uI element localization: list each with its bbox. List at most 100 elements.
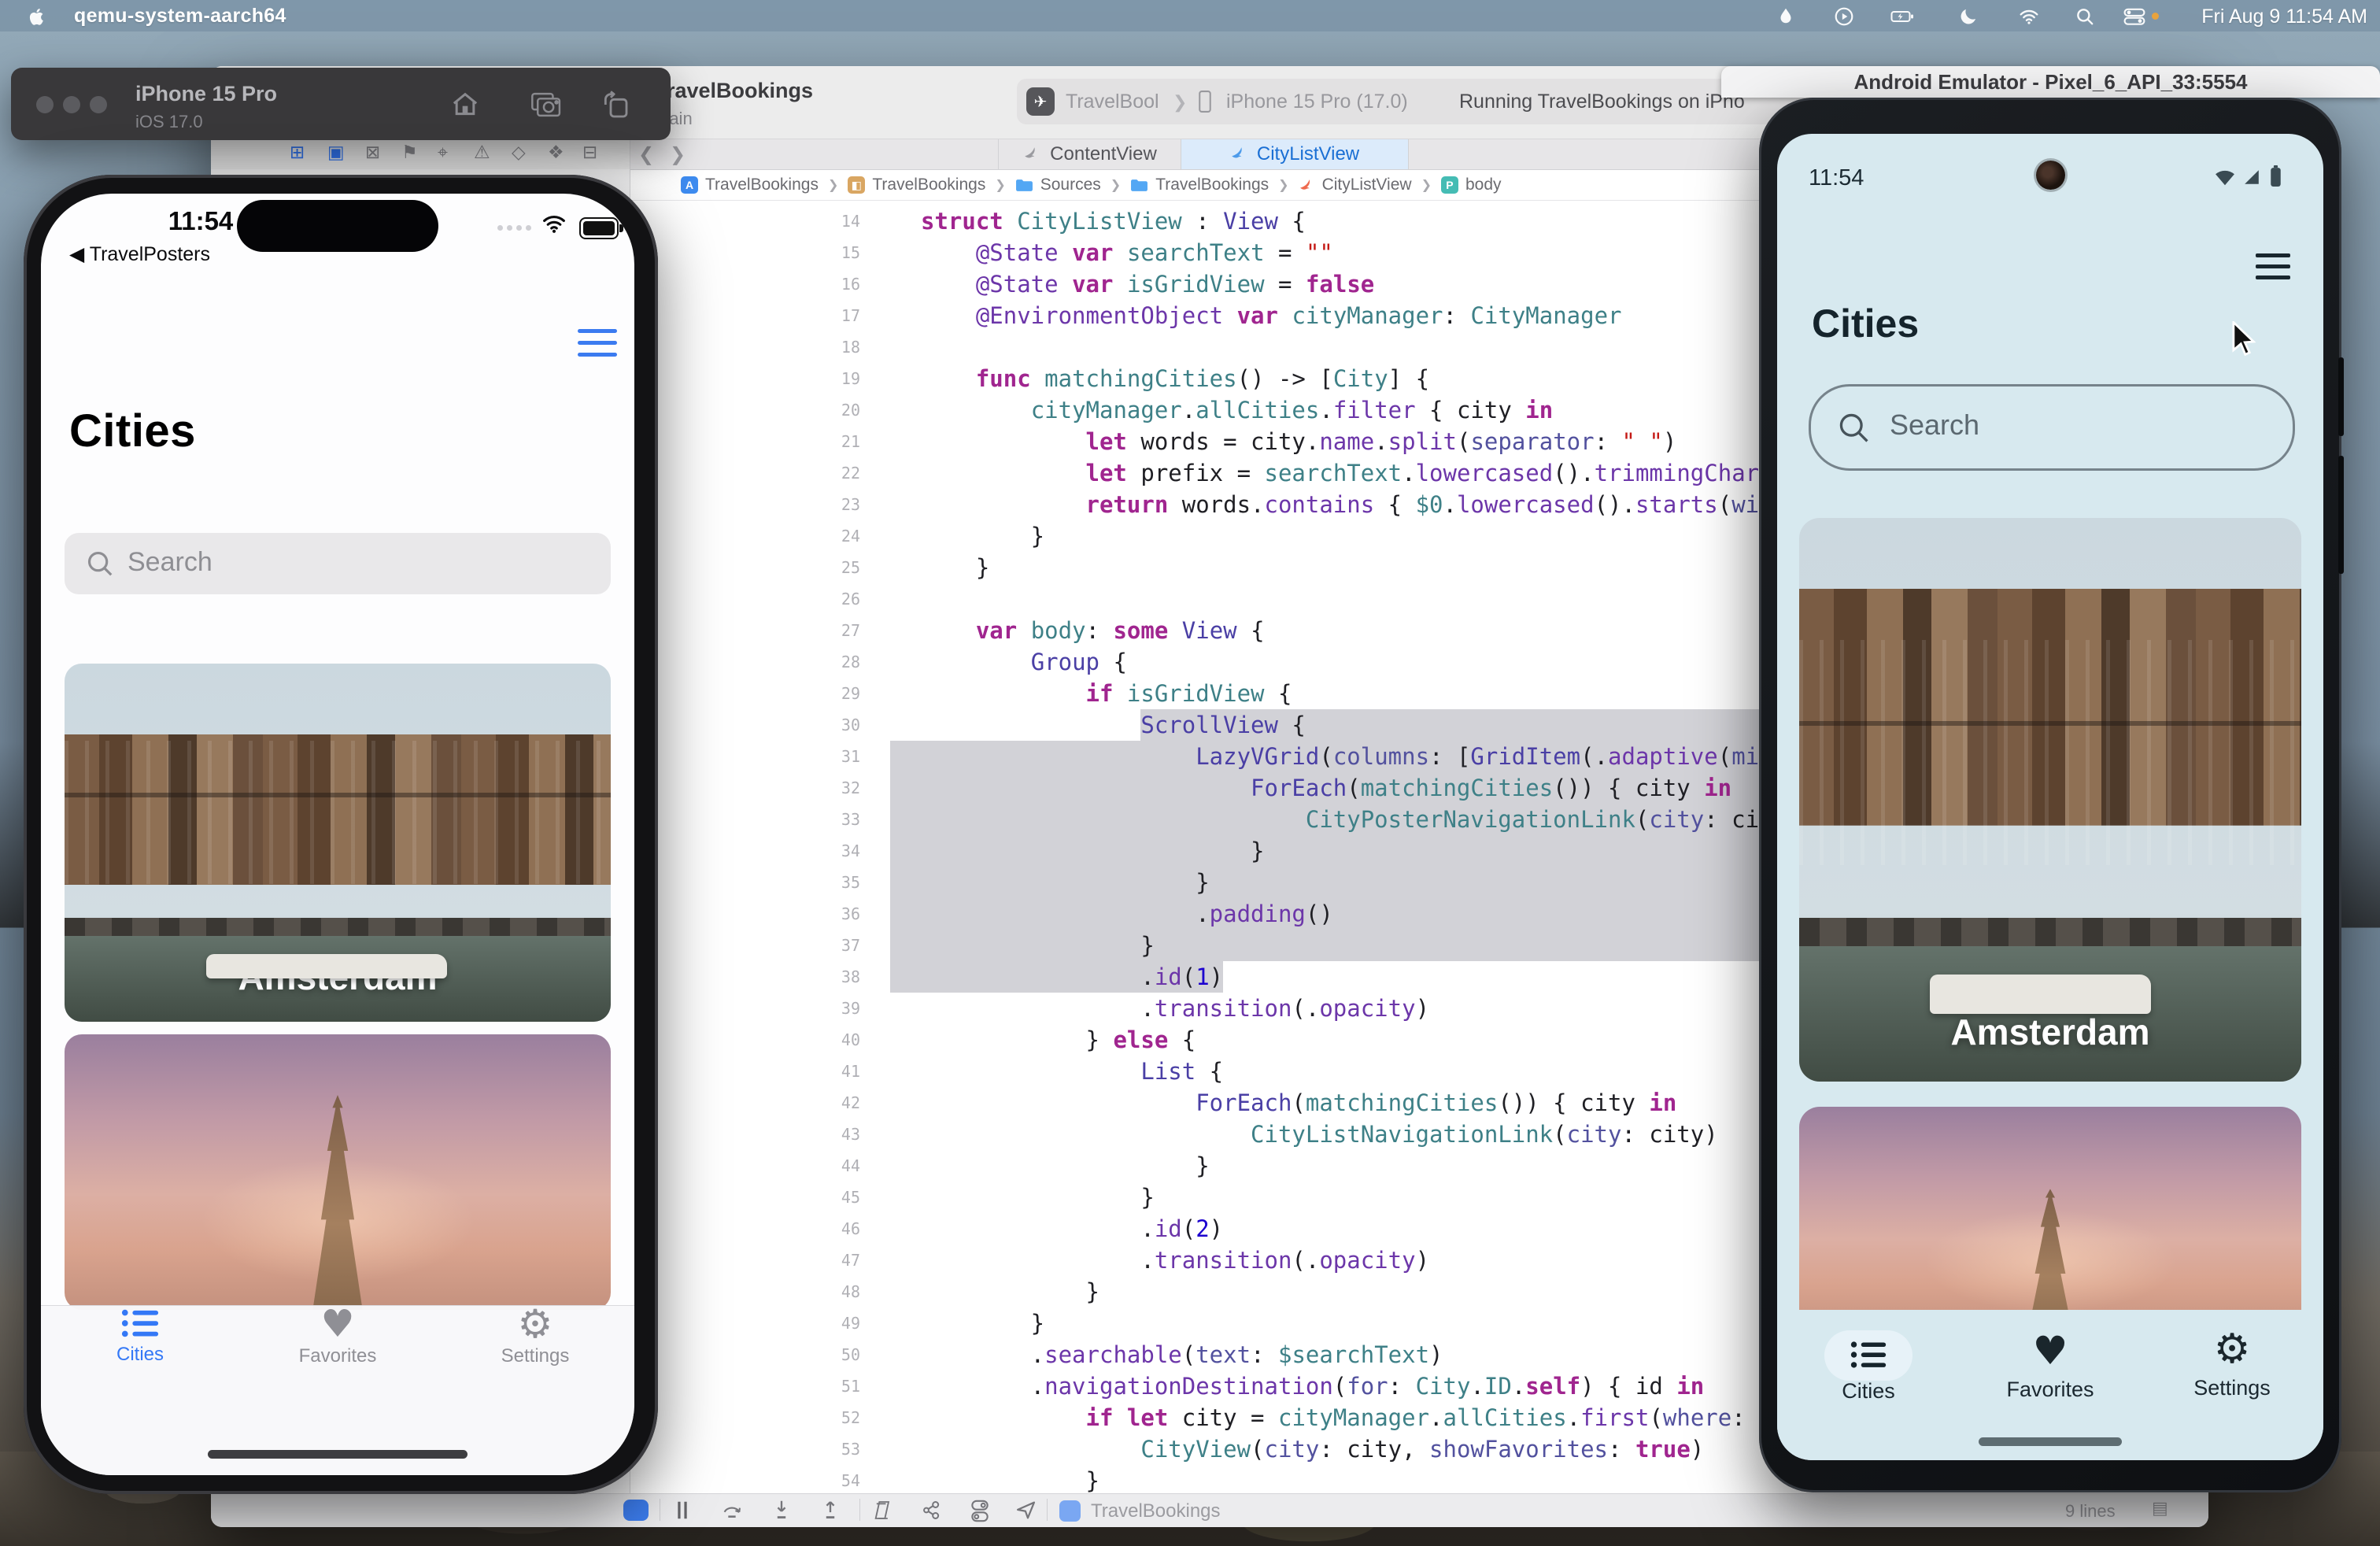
line-number[interactable]: 16: [630, 268, 873, 300]
wifi-icon[interactable]: [2018, 6, 2038, 27]
line-number[interactable]: 27: [630, 615, 873, 646]
line-number[interactable]: 33: [630, 804, 873, 835]
city-card-next[interactable]: [1799, 1107, 2301, 1335]
breadcrumb-item[interactable]: CityListView❯: [1299, 176, 1432, 194]
line-number[interactable]: 50: [630, 1339, 873, 1370]
source-control-icon[interactable]: ⊠: [365, 142, 380, 163]
back-button[interactable]: ❮: [638, 143, 654, 166]
search-input[interactable]: Search: [1809, 384, 2295, 471]
nav-bar[interactable]: Cities ♥ Favorites ⚙ Settings: [1777, 1310, 2323, 1460]
issue-navigator-icon[interactable]: ⚠: [474, 142, 490, 163]
memory-graph-button[interactable]: [921, 1500, 943, 1521]
active-app-name[interactable]: qemu-system-aarch64: [74, 5, 286, 28]
tab-contentview[interactable]: ContentView: [998, 139, 1182, 169]
menu-clock[interactable]: Fri Aug 9 11:54 AM: [2201, 6, 2367, 28]
line-number[interactable]: 34: [630, 835, 873, 867]
line-number[interactable]: 26: [630, 583, 873, 615]
line-number[interactable]: 45: [630, 1182, 873, 1213]
line-number[interactable]: 48: [630, 1276, 873, 1307]
line-number[interactable]: 44: [630, 1150, 873, 1182]
line-number[interactable]: 38: [630, 961, 873, 993]
city-card-next[interactable]: [65, 1034, 611, 1310]
breadcrumb-item[interactable]: Sources❯: [1015, 176, 1121, 194]
breadcrumb-item[interactable]: TravelBookings❯: [1130, 176, 1288, 194]
record-drop-icon[interactable]: [1776, 6, 1796, 27]
line-number[interactable]: 21: [630, 426, 873, 457]
breadcrumb-item[interactable]: ◧ TravelBookings❯: [848, 176, 1005, 194]
line-number[interactable]: 28: [630, 646, 873, 678]
line-number[interactable]: 20: [630, 394, 873, 426]
moon-dnd-icon[interactable]: [1958, 6, 1979, 27]
home-indicator[interactable]: [208, 1450, 468, 1459]
step-out-button[interactable]: [820, 1500, 841, 1521]
line-number[interactable]: 31: [630, 741, 873, 772]
line-number[interactable]: 36: [630, 898, 873, 930]
debug-navigator-icon[interactable]: ❖: [548, 142, 564, 163]
running-app-icon[interactable]: [1059, 1500, 1081, 1522]
tab-settings[interactable]: ⚙ Settings: [449, 1306, 622, 1367]
line-number[interactable]: 42: [630, 1087, 873, 1119]
scheme-name[interactable]: TravelBool: [1066, 91, 1159, 113]
line-number[interactable]: 53: [630, 1433, 873, 1465]
line-number[interactable]: 25: [630, 552, 873, 583]
line-number[interactable]: 22: [630, 457, 873, 489]
home-indicator[interactable]: [1979, 1437, 2122, 1446]
test-navigator-icon[interactable]: ◇: [512, 142, 526, 163]
line-number[interactable]: 41: [630, 1056, 873, 1087]
breadcrumb-item[interactable]: A TravelBookings❯: [681, 176, 838, 194]
screenshot-icon[interactable]: [530, 89, 562, 120]
tab-citylistview[interactable]: CityListView: [1181, 139, 1409, 169]
line-number-gutter[interactable]: 1415161718192021222324252627282930313233…: [630, 205, 873, 1494]
line-number[interactable]: 30: [630, 709, 873, 741]
project-navigator-icon[interactable]: ⊞: [290, 142, 305, 163]
tab-favorites[interactable]: ♥ Favorites: [1979, 1310, 2121, 1402]
line-number[interactable]: 52: [630, 1402, 873, 1433]
line-number[interactable]: 14: [630, 205, 873, 237]
line-number[interactable]: 51: [630, 1370, 873, 1402]
line-number[interactable]: 18: [630, 331, 873, 363]
simulate-location-button[interactable]: [1015, 1500, 1037, 1521]
navigator-tab-strip[interactable]: ⊞ ▣ ⊠ ⚑ ⌖ ⚠ ◇ ❖ ⊟: [211, 139, 630, 169]
line-number[interactable]: 15: [630, 237, 873, 268]
view-hierarchy-button[interactable]: [872, 1500, 894, 1521]
battery-charging-icon[interactable]: [1890, 6, 1911, 27]
line-number[interactable]: 24: [630, 520, 873, 552]
search-input[interactable]: Search: [65, 533, 611, 594]
spotlight-search-icon[interactable]: [2075, 6, 2095, 27]
line-number[interactable]: 47: [630, 1245, 873, 1276]
tab-favorites[interactable]: ♥ Favorites: [251, 1306, 424, 1367]
line-number[interactable]: 29: [630, 678, 873, 709]
tab-cities[interactable]: Cities: [54, 1306, 227, 1366]
line-number[interactable]: 39: [630, 993, 873, 1024]
line-number[interactable]: 43: [630, 1119, 873, 1150]
line-number[interactable]: 37: [630, 930, 873, 961]
line-number[interactable]: 54: [630, 1465, 873, 1494]
find-navigator-icon[interactable]: ⌖: [438, 142, 448, 163]
emulator-titlebar[interactable]: Android Emulator - Pixel_6_API_33:5554: [1721, 66, 2380, 98]
forward-button[interactable]: ❯: [670, 143, 686, 166]
line-number[interactable]: 19: [630, 363, 873, 394]
tab-settings[interactable]: ⚙ Settings: [2161, 1310, 2303, 1400]
bookmark-navigator-icon[interactable]: ⚑: [401, 142, 418, 163]
line-number[interactable]: 35: [630, 867, 873, 898]
step-over-button[interactable]: [721, 1500, 743, 1521]
close-button[interactable]: [36, 96, 54, 113]
breadcrumb-item[interactable]: P body: [1441, 176, 1502, 194]
line-number[interactable]: 40: [630, 1024, 873, 1056]
iphone-screen[interactable]: 11:54 ◀ TravelPosters Cities Search: [41, 194, 634, 1475]
menu-icon[interactable]: [578, 329, 617, 333]
tab-cities[interactable]: Cities: [1798, 1310, 1939, 1404]
city-card-amsterdam[interactable]: Amsterdam: [65, 664, 611, 1022]
simulator-titlebar[interactable]: iPhone 15 Pro iOS 17.0: [11, 68, 671, 140]
line-number[interactable]: 46: [630, 1213, 873, 1245]
run-destination[interactable]: iPhone 15 Pro (17.0): [1226, 91, 1408, 113]
pause-button[interactable]: [674, 1500, 691, 1521]
home-icon[interactable]: [449, 89, 481, 120]
environment-overrides-button[interactable]: [970, 1500, 990, 1522]
step-into-button[interactable]: [771, 1500, 792, 1521]
city-card-amsterdam[interactable]: Amsterdam: [1799, 518, 2301, 1082]
control-center-icon[interactable]: [2123, 6, 2144, 27]
play-circle-icon[interactable]: [1834, 6, 1854, 27]
zoom-button[interactable]: [90, 96, 107, 113]
android-screen[interactable]: 11:54 Cities: [1777, 134, 2323, 1460]
